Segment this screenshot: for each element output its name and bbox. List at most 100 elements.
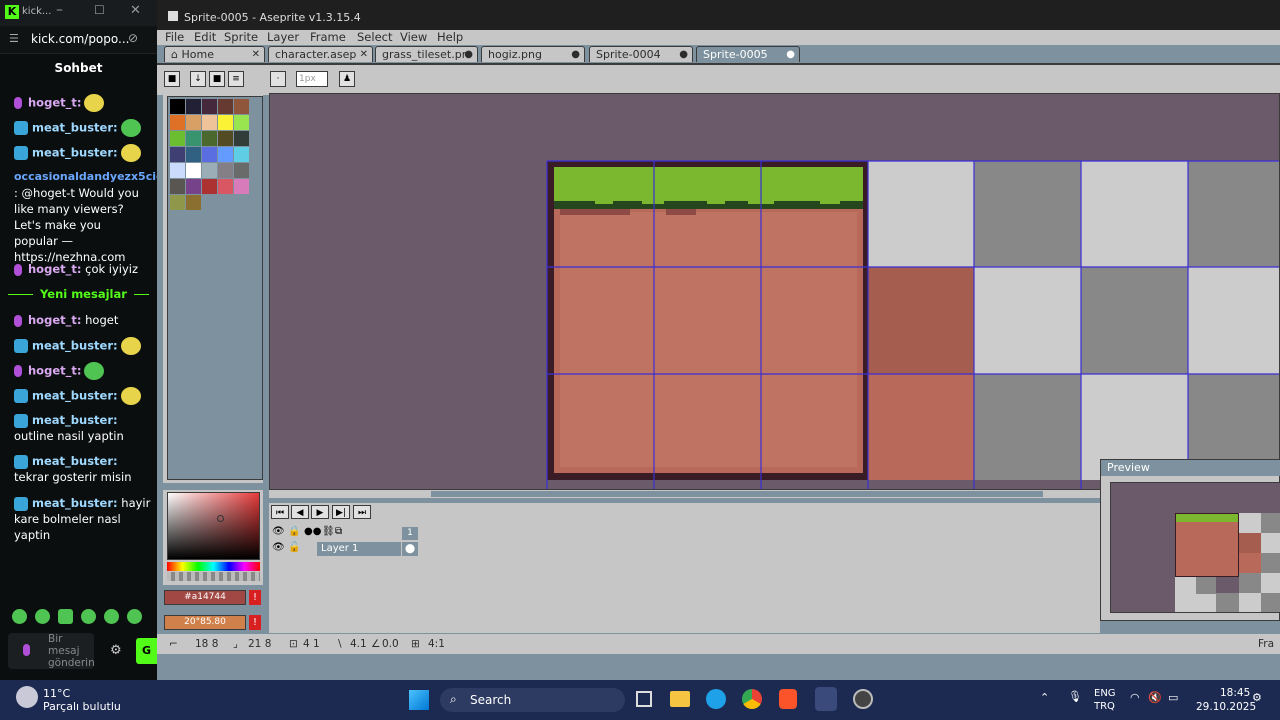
chat-username[interactable]: meat_buster:: [32, 496, 118, 510]
send-button[interactable]: G: [136, 638, 157, 664]
palette-swatch[interactable]: [218, 99, 233, 114]
lock-icon[interactable]: 🔓: [288, 542, 300, 553]
palette-swatch[interactable]: [186, 179, 201, 194]
palette-swatch[interactable]: [202, 179, 217, 194]
brush-shape-icon[interactable]: ·: [270, 71, 286, 87]
menu-edit[interactable]: Edit: [194, 30, 216, 44]
mic-icon[interactable]: [23, 644, 30, 656]
close-icon[interactable]: ✕: [360, 47, 368, 62]
palette-swatch[interactable]: [170, 147, 185, 162]
eye-icon[interactable]: 👁: [272, 526, 285, 537]
person-icon[interactable]: ♟: [339, 71, 355, 87]
modified-dot-icon[interactable]: ●: [464, 47, 473, 62]
modified-dot-icon[interactable]: ●: [571, 47, 580, 62]
chat-username[interactable]: occasionaldandyezx5ciqw: [14, 169, 157, 185]
chat-username[interactable]: hoget_t:: [28, 262, 81, 276]
chat-username[interactable]: meat_buster:: [32, 121, 118, 135]
frame-number[interactable]: 1: [402, 527, 418, 540]
menu-lines-icon[interactable]: ≡: [228, 71, 244, 87]
emote-icon[interactable]: [81, 609, 96, 624]
lock-icon[interactable]: ■: [164, 71, 180, 87]
palette-swatch[interactable]: [218, 131, 233, 146]
preview-window[interactable]: Preview: [1100, 459, 1280, 621]
lock-icon[interactable]: 🔒: [288, 526, 300, 537]
tab-sprite-0005[interactable]: Sprite-0005 ●: [696, 46, 800, 62]
hue-slider[interactable]: [167, 562, 260, 571]
chat-username[interactable]: meat_buster:: [32, 339, 118, 353]
palette-swatch[interactable]: [170, 99, 185, 114]
wifi-icon[interactable]: ◠: [1130, 691, 1140, 704]
brush-size-field[interactable]: 1px: [296, 71, 328, 87]
palette-swatch[interactable]: [218, 115, 233, 130]
close-icon[interactable]: ✕: [252, 47, 260, 62]
chat-username[interactable]: meat_buster:: [32, 389, 118, 403]
weather-icon[interactable]: [16, 686, 38, 708]
saturation-value-picker[interactable]: [167, 492, 260, 560]
palette-swatch[interactable]: [170, 131, 185, 146]
palette-swatch[interactable]: [186, 163, 201, 178]
search-box[interactable]: ⌕ Search: [440, 688, 625, 712]
sprite-canvas[interactable]: [269, 93, 1280, 490]
cel-keyframe-icon[interactable]: ⬤: [402, 542, 418, 556]
warning-icon[interactable]: !: [249, 615, 261, 630]
eye-icon[interactable]: 👁: [272, 542, 285, 553]
palette-swatch[interactable]: [202, 147, 217, 162]
tab-character[interactable]: character.asep ✕: [268, 46, 373, 62]
chat-username[interactable]: hoget_t:: [28, 364, 81, 378]
background-color-button[interactable]: 20°85.80: [164, 615, 246, 630]
layer-row[interactable]: 👁 🔓 Layer 1 ⬤: [269, 542, 419, 556]
emote-icon[interactable]: [12, 609, 27, 624]
next-frame-button[interactable]: ▶|: [332, 505, 350, 519]
palette-swatch[interactable]: [170, 195, 185, 210]
warning-icon[interactable]: !: [249, 590, 261, 605]
mic-tray-icon[interactable]: 🎙: [1068, 690, 1082, 703]
link-cels-icon[interactable]: ⛓: [322, 526, 335, 537]
palette-swatch[interactable]: [202, 99, 217, 114]
gear-icon[interactable]: ⚙: [110, 643, 122, 658]
site-settings-icon[interactable]: ☰: [9, 32, 19, 45]
palette-swatch[interactable]: [234, 179, 249, 194]
palette-swatch[interactable]: [234, 131, 249, 146]
palette-swatch[interactable]: [202, 163, 217, 178]
eye-off-icon[interactable]: ⊘: [128, 31, 138, 45]
layer-name[interactable]: Layer 1: [317, 542, 401, 556]
url-bar[interactable]: ☰ kick.com/popo... ⊘: [0, 26, 157, 54]
task-view-icon[interactable]: [636, 691, 652, 707]
palette-swatch[interactable]: [170, 163, 185, 178]
menu-view[interactable]: View: [400, 30, 427, 44]
scrollbar-thumb[interactable]: [431, 491, 1043, 497]
language-1[interactable]: ENG: [1094, 688, 1116, 699]
emote-icon[interactable]: [104, 609, 119, 624]
weather-desc[interactable]: Parçalı bulutlu: [43, 700, 121, 713]
clock-time[interactable]: 18:45: [1220, 687, 1250, 699]
palette-swatch[interactable]: [234, 163, 249, 178]
obs-icon[interactable]: [853, 689, 873, 709]
layers-icon[interactable]: ⧉: [335, 526, 342, 537]
menu-select[interactable]: Select: [357, 30, 392, 44]
clock-date[interactable]: 29.10.2025: [1196, 701, 1256, 713]
menu-frame[interactable]: Frame: [310, 30, 346, 44]
palette-swatch[interactable]: [186, 115, 201, 130]
chat-username[interactable]: meat_buster:: [32, 413, 118, 427]
file-explorer-icon[interactable]: [670, 691, 690, 707]
tab-sprite-0004[interactable]: Sprite-0004 ●: [589, 46, 693, 62]
aseprite-taskbar-icon[interactable]: [815, 687, 837, 711]
chat-username[interactable]: hoget_t:: [28, 96, 81, 110]
weather-temp[interactable]: 11°C: [43, 687, 70, 700]
palette-swatch[interactable]: [202, 115, 217, 130]
palette-swatch[interactable]: [170, 115, 185, 130]
first-frame-button[interactable]: ⏮: [271, 505, 289, 519]
palette-swatch[interactable]: [186, 99, 201, 114]
edge-icon[interactable]: [706, 689, 726, 709]
chat-username[interactable]: hoget_t:: [28, 313, 81, 327]
tab-hogiz[interactable]: hogiz.png ●: [481, 46, 585, 62]
palette-swatch[interactable]: [218, 163, 233, 178]
menu-file[interactable]: File: [165, 30, 184, 44]
emote-icon[interactable]: [127, 609, 142, 624]
palette-swatch[interactable]: [170, 179, 185, 194]
menu-layer[interactable]: Layer: [267, 30, 299, 44]
minimize-icon[interactable]: –: [56, 2, 63, 18]
emote-icon[interactable]: [35, 609, 50, 624]
palette-swatch[interactable]: [202, 131, 217, 146]
preview-titlebar[interactable]: Preview: [1101, 460, 1280, 476]
